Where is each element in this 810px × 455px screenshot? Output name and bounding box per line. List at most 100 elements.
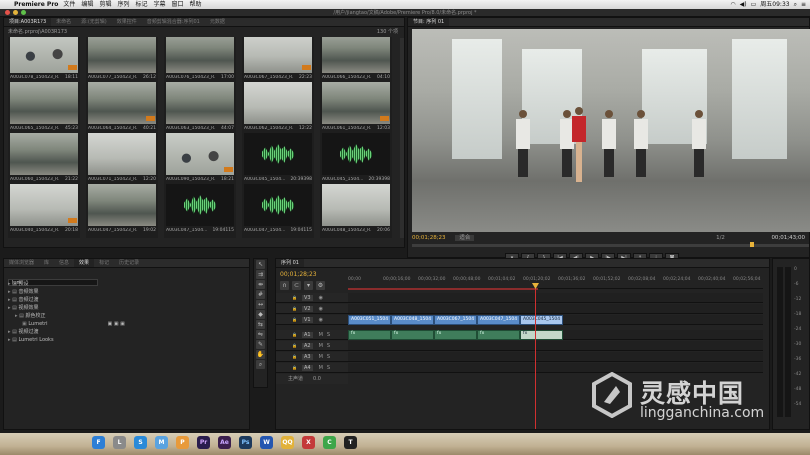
mute-icon[interactable]: M: [319, 354, 323, 360]
selection-tool-icon[interactable]: ↖: [256, 260, 265, 269]
dock-app-icon[interactable]: L: [113, 436, 126, 449]
clip-thumbnail[interactable]: A003C071_150423_R... 12:20: [86, 131, 158, 187]
dock-app-icon[interactable]: Pr: [197, 436, 210, 449]
tab-sequence[interactable]: 序列 01: [276, 259, 304, 267]
volume-icon[interactable]: ◀): [740, 0, 747, 9]
effects-list-item[interactable]: ▣ Lumetri ▣ ▣ ▣: [8, 320, 249, 328]
lock-icon[interactable]: 🔒: [292, 332, 297, 337]
clip-thumbnail[interactable]: A003C064_150423_R... 40:21: [86, 80, 158, 136]
clip-thumbnail[interactable]: A003C066_150423_R... 04:10: [320, 37, 392, 85]
lock-icon[interactable]: 🔒: [292, 317, 297, 322]
dock-app-icon[interactable]: Ps: [239, 436, 252, 449]
tab-effects[interactable]: 媒体浏览器: [4, 259, 39, 267]
menu-item[interactable]: 剪辑: [99, 0, 111, 9]
tab-project[interactable]: 未命名: [51, 18, 76, 26]
menu-item[interactable]: 标记: [135, 0, 147, 9]
audio-clip[interactable]: fx: [348, 330, 391, 340]
tab-project[interactable]: 音频剪辑混合器:序列01: [142, 18, 205, 26]
lock-icon[interactable]: 🔒: [292, 295, 297, 300]
track-label[interactable]: A4: [301, 364, 313, 371]
track-label[interactable]: V3: [301, 294, 313, 301]
rate-stretch-tool-icon[interactable]: ↔: [256, 300, 265, 309]
effects-list-item[interactable]: ▸ ▤ 音频效果: [8, 288, 249, 296]
clip-thumbnail[interactable]: A003C065_150423_R... 45:23: [8, 80, 80, 136]
clip-thumbnail[interactable]: A003C045_1504... 20:39398: [242, 131, 314, 187]
tab-project[interactable]: 效果控件: [112, 18, 142, 26]
menu-item[interactable]: 字幕: [153, 0, 165, 9]
clip-thumbnail[interactable]: A003C077_150423_R... 26:12: [86, 37, 158, 85]
program-timecode[interactable]: 00;01;28;23: [412, 235, 446, 241]
eye-icon[interactable]: ◉: [319, 295, 323, 301]
playhead-marker[interactable]: [750, 242, 754, 247]
clip-thumbnail[interactable]: A003C078_150423_R... 18:11: [8, 37, 80, 85]
dock-app-icon[interactable]: M: [155, 436, 168, 449]
menu-item[interactable]: 文件: [63, 0, 75, 9]
resolution-dropdown[interactable]: 1/2: [716, 235, 725, 241]
audio-clip[interactable]: fx: [391, 330, 434, 340]
tab-project[interactable]: 项目:A003R1?3: [4, 18, 52, 26]
clip-thumbnail[interactable]: A003C061_150423_R... 12:03: [320, 80, 392, 136]
video-clip[interactable]: A003C048_1504: [391, 315, 434, 325]
mute-icon[interactable]: M: [319, 332, 323, 338]
dock-app-icon[interactable]: Ae: [218, 436, 231, 449]
time-ruler[interactable]: 00;00 00;00;16;00 00;00;32;00 00;00;48;00 00…: [348, 275, 763, 289]
tab-project[interactable]: 源:(无剪辑): [76, 18, 112, 26]
audio-clip[interactable]: fx: [477, 330, 520, 340]
dock-app-icon[interactable]: P: [176, 436, 189, 449]
settings-icon[interactable]: ⚙: [316, 281, 325, 290]
slip-tool-icon[interactable]: ⇆: [256, 320, 265, 329]
audio-clip[interactable]: fx: [434, 330, 477, 340]
slide-tool-icon[interactable]: ⇋: [256, 330, 265, 339]
dock-app-icon[interactable]: QQ: [281, 436, 294, 449]
video-clip[interactable]: A003C067_1504: [434, 315, 477, 325]
clip-thumbnail[interactable]: A003C048_150423_R... 20:06: [320, 182, 392, 238]
mute-icon[interactable]: M: [319, 365, 323, 371]
menu-item[interactable]: 窗口: [172, 0, 184, 9]
clock[interactable]: 周五09:33: [760, 0, 789, 9]
track-label[interactable]: A1: [301, 331, 313, 338]
menu-item[interactable]: 编辑: [81, 0, 93, 9]
clip-thumbnail[interactable]: A003C076_150423_R... 17:00: [164, 37, 236, 85]
app-menu[interactable]: Premiere Pro: [14, 0, 58, 9]
tab-effects[interactable]: 效果: [74, 259, 95, 267]
tab-program[interactable]: 节目: 序列 01: [408, 18, 450, 26]
project-scrollbar[interactable]: [400, 38, 404, 238]
dock-app-icon[interactable]: T: [344, 436, 357, 449]
solo-icon[interactable]: S: [327, 332, 330, 338]
eye-icon[interactable]: ◉: [319, 306, 323, 312]
lock-icon[interactable]: 🔒: [292, 354, 297, 359]
rolling-edit-tool-icon[interactable]: #: [256, 290, 265, 299]
track-label[interactable]: V2: [301, 305, 313, 312]
battery-icon[interactable]: ▭: [751, 0, 757, 9]
tab-effects[interactable]: 库: [39, 259, 54, 267]
tab-effects[interactable]: 标记: [94, 259, 114, 267]
clip-thumbnail[interactable]: A003C045_1504... 20:39398: [320, 131, 392, 187]
audio-clip[interactable]: fx: [520, 330, 563, 340]
work-area-bar[interactable]: [348, 288, 538, 290]
zoom-icon[interactable]: [21, 10, 26, 15]
track-lane[interactable]: [348, 293, 763, 303]
clip-thumbnail[interactable]: A003C040_150423_R... 20:18: [8, 182, 80, 238]
track-lane[interactable]: [348, 304, 763, 314]
clip-thumbnail[interactable]: A003C063_150423_R... 44:07: [164, 80, 236, 136]
menu-item[interactable]: 帮助: [190, 0, 202, 9]
clip-thumbnail[interactable]: A003C062_150423_R... 12:22: [242, 80, 314, 136]
search-icon[interactable]: ⌕: [794, 0, 797, 9]
track-lane[interactable]: [348, 341, 763, 351]
razor-tool-icon[interactable]: ◆: [256, 310, 265, 319]
dock-app-icon[interactable]: W: [260, 436, 273, 449]
clip-thumbnail[interactable]: A003C047_1504... 19:04115: [242, 182, 314, 238]
dock-app-icon[interactable]: F: [92, 436, 105, 449]
hand-tool-icon[interactable]: ✋: [256, 350, 265, 359]
track-label[interactable]: A2: [301, 342, 313, 349]
clip-thumbnail[interactable]: A003C067_150423_R... 22:23: [242, 37, 314, 85]
solo-icon[interactable]: S: [327, 343, 330, 349]
dock-app-icon[interactable]: C: [323, 436, 336, 449]
lock-icon[interactable]: 🔒: [292, 306, 297, 311]
clip-thumbnail[interactable]: A003C047_150423_R... 19:02: [86, 182, 158, 238]
close-icon[interactable]: [5, 10, 10, 15]
clip-thumbnail[interactable]: A003C090_150423_R... 18:21: [164, 131, 236, 187]
menu-item[interactable]: 序列: [117, 0, 129, 9]
snap-icon[interactable]: ∩: [280, 281, 289, 290]
minimize-icon[interactable]: [13, 10, 18, 15]
